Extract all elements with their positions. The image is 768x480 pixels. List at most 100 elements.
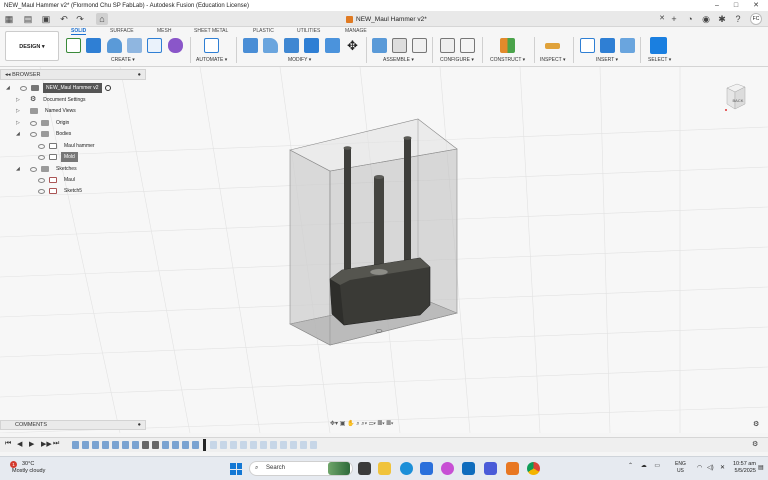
tree-item-origin[interactable]: ▷ Origin [16, 118, 72, 128]
document-tab[interactable]: NEW_Maul Hammer v2* [346, 13, 436, 26]
chrome-icon[interactable] [527, 462, 540, 475]
shell-icon[interactable] [304, 38, 319, 53]
timeline-feature[interactable] [260, 441, 267, 449]
tab-plastic[interactable]: PLASTIC [253, 28, 274, 34]
look-at-icon[interactable]: ▣ [340, 421, 346, 427]
visibility-eye-icon[interactable] [30, 166, 37, 172]
viewports-icon[interactable]: ▦▾ [386, 421, 393, 427]
orbit-icon[interactable]: ✥▾ [330, 421, 338, 427]
start-button[interactable] [230, 463, 242, 475]
timeline-feature[interactable] [270, 441, 277, 449]
landscape-widget-icon[interactable] [328, 462, 350, 475]
help-icon[interactable]: ? [732, 13, 744, 25]
file-explorer-icon[interactable] [378, 462, 391, 475]
grid-settings-icon[interactable]: ▦▾ [378, 421, 385, 427]
select-menu[interactable]: SELECT ▾ [648, 57, 671, 63]
timeline-feature[interactable] [182, 441, 189, 449]
display-settings-icon[interactable]: ▭▾ [369, 421, 376, 427]
configure-menu[interactable]: CONFIGURE ▾ [440, 57, 474, 63]
save-icon[interactable]: ▣ [40, 13, 52, 25]
battery-icon[interactable]: ▭ [654, 463, 660, 469]
move-icon[interactable]: ✥ [345, 38, 360, 53]
timeline-settings-icon[interactable]: ⚙ [752, 440, 758, 448]
tree-item-sketch5[interactable]: Sketch5 [38, 186, 85, 196]
outlook-icon[interactable] [462, 462, 475, 475]
new-tab-icon[interactable]: + [668, 13, 680, 25]
task-view-icon[interactable] [358, 462, 371, 475]
timeline-feature[interactable] [210, 441, 217, 449]
timeline-back-icon[interactable]: ◀ [17, 440, 22, 448]
new-component-icon[interactable] [372, 38, 387, 53]
chamfer-icon[interactable] [284, 38, 299, 53]
timeline-feature[interactable] [82, 441, 89, 449]
timeline-feature[interactable] [310, 441, 317, 449]
panel-pin-icon[interactable]: ● [138, 70, 141, 80]
visibility-eye-icon[interactable] [38, 143, 45, 149]
minimize-button[interactable]: – [708, 0, 726, 11]
configure-icon[interactable] [440, 38, 455, 53]
job-status-icon[interactable]: ◔ [684, 13, 696, 25]
construct-menu[interactable]: CONSTRUCT ▾ [490, 57, 525, 63]
form-icon[interactable] [168, 38, 183, 53]
show-hidden-icon[interactable]: ⌃ [628, 463, 633, 469]
tab-solid[interactable]: SOLID [71, 28, 87, 35]
tree-item-document-settings[interactable]: ▷ ⚙ Document Settings [16, 95, 89, 105]
zoom-icon[interactable]: ⌕ [356, 421, 359, 427]
create-menu[interactable]: CREATE ▾ [111, 57, 135, 63]
joint-icon[interactable] [392, 38, 407, 53]
tree-item-mold[interactable]: Mold [38, 152, 78, 162]
expand-caret-icon[interactable]: ◢ [16, 164, 20, 174]
timeline-feature[interactable] [280, 441, 287, 449]
timeline-feature[interactable] [92, 441, 99, 449]
browser-root-node[interactable]: ◢ NEW_Maul Hammer v2 [6, 83, 111, 93]
notification-center-icon[interactable]: ▤ [758, 464, 764, 471]
as-built-joint-icon[interactable] [412, 38, 427, 53]
tab-utilities[interactable]: UTILITIES [297, 28, 320, 34]
user-avatar[interactable]: FC [750, 13, 762, 25]
timeline-feature[interactable] [172, 441, 179, 449]
visibility-eye-icon[interactable] [30, 131, 37, 137]
pan-icon[interactable]: ✋ [347, 421, 354, 427]
edge-icon[interactable] [400, 462, 413, 475]
close-tab-icon[interactable]: ✕ [656, 13, 668, 25]
tree-item-maul-hammer[interactable]: Maul hammer [38, 141, 98, 151]
timeline-play-icon[interactable]: ▶ [29, 440, 34, 448]
teams-icon[interactable] [484, 462, 497, 475]
wifi-icon[interactable]: ◠ [697, 464, 702, 471]
tree-item-sketches[interactable]: ◢ Sketches [16, 164, 80, 174]
fusion-app-icon[interactable] [506, 462, 519, 475]
copilot-icon[interactable] [441, 462, 454, 475]
timeline-feature[interactable] [240, 441, 247, 449]
settings-gear-icon[interactable]: ⚙ [753, 420, 759, 428]
insert-menu[interactable]: INSERT ▾ [596, 57, 618, 63]
maximize-button[interactable]: □ [727, 0, 745, 11]
timeline-feature[interactable] [142, 441, 149, 449]
mute-icon[interactable]: ✕ [720, 464, 725, 471]
timeline-forward-icon[interactable]: ▶▶ [41, 440, 52, 448]
timeline-feature[interactable] [300, 441, 307, 449]
onedrive-icon[interactable]: ☁ [641, 463, 647, 469]
revolve-icon[interactable] [107, 38, 122, 53]
store-icon[interactable] [420, 462, 433, 475]
expand-caret-icon[interactable]: ▷ [16, 106, 20, 116]
automate-icon[interactable] [204, 38, 219, 53]
tree-item-maul-sketch[interactable]: Maul [38, 175, 78, 185]
file-icon[interactable]: ▤ [22, 13, 34, 25]
weather-widget[interactable]: 1 30°C Mostly cloudy [10, 461, 45, 475]
visibility-eye-icon[interactable] [20, 85, 27, 91]
language-indicator[interactable]: ENG US [675, 461, 686, 475]
timeline-feature[interactable] [122, 441, 129, 449]
extrude-icon[interactable] [86, 38, 101, 53]
visibility-eye-icon[interactable] [38, 154, 45, 160]
expand-caret-icon[interactable]: ▷ [16, 118, 20, 128]
table-icon[interactable] [460, 38, 475, 53]
browser-panel-header[interactable]: ◂◂ BROWSER ● [0, 69, 146, 80]
assemble-menu[interactable]: ASSEMBLE ▾ [383, 57, 414, 63]
tree-item-named-views[interactable]: ▷ Named Views [16, 106, 79, 116]
expand-caret-icon[interactable]: ▷ [16, 95, 20, 105]
tab-mesh[interactable]: MESH [157, 28, 171, 34]
home-icon[interactable]: ⌂ [96, 13, 108, 25]
timeline-feature[interactable] [230, 441, 237, 449]
collapse-panel-icon[interactable]: ◂◂ [5, 72, 12, 78]
visibility-eye-icon[interactable] [30, 120, 37, 126]
